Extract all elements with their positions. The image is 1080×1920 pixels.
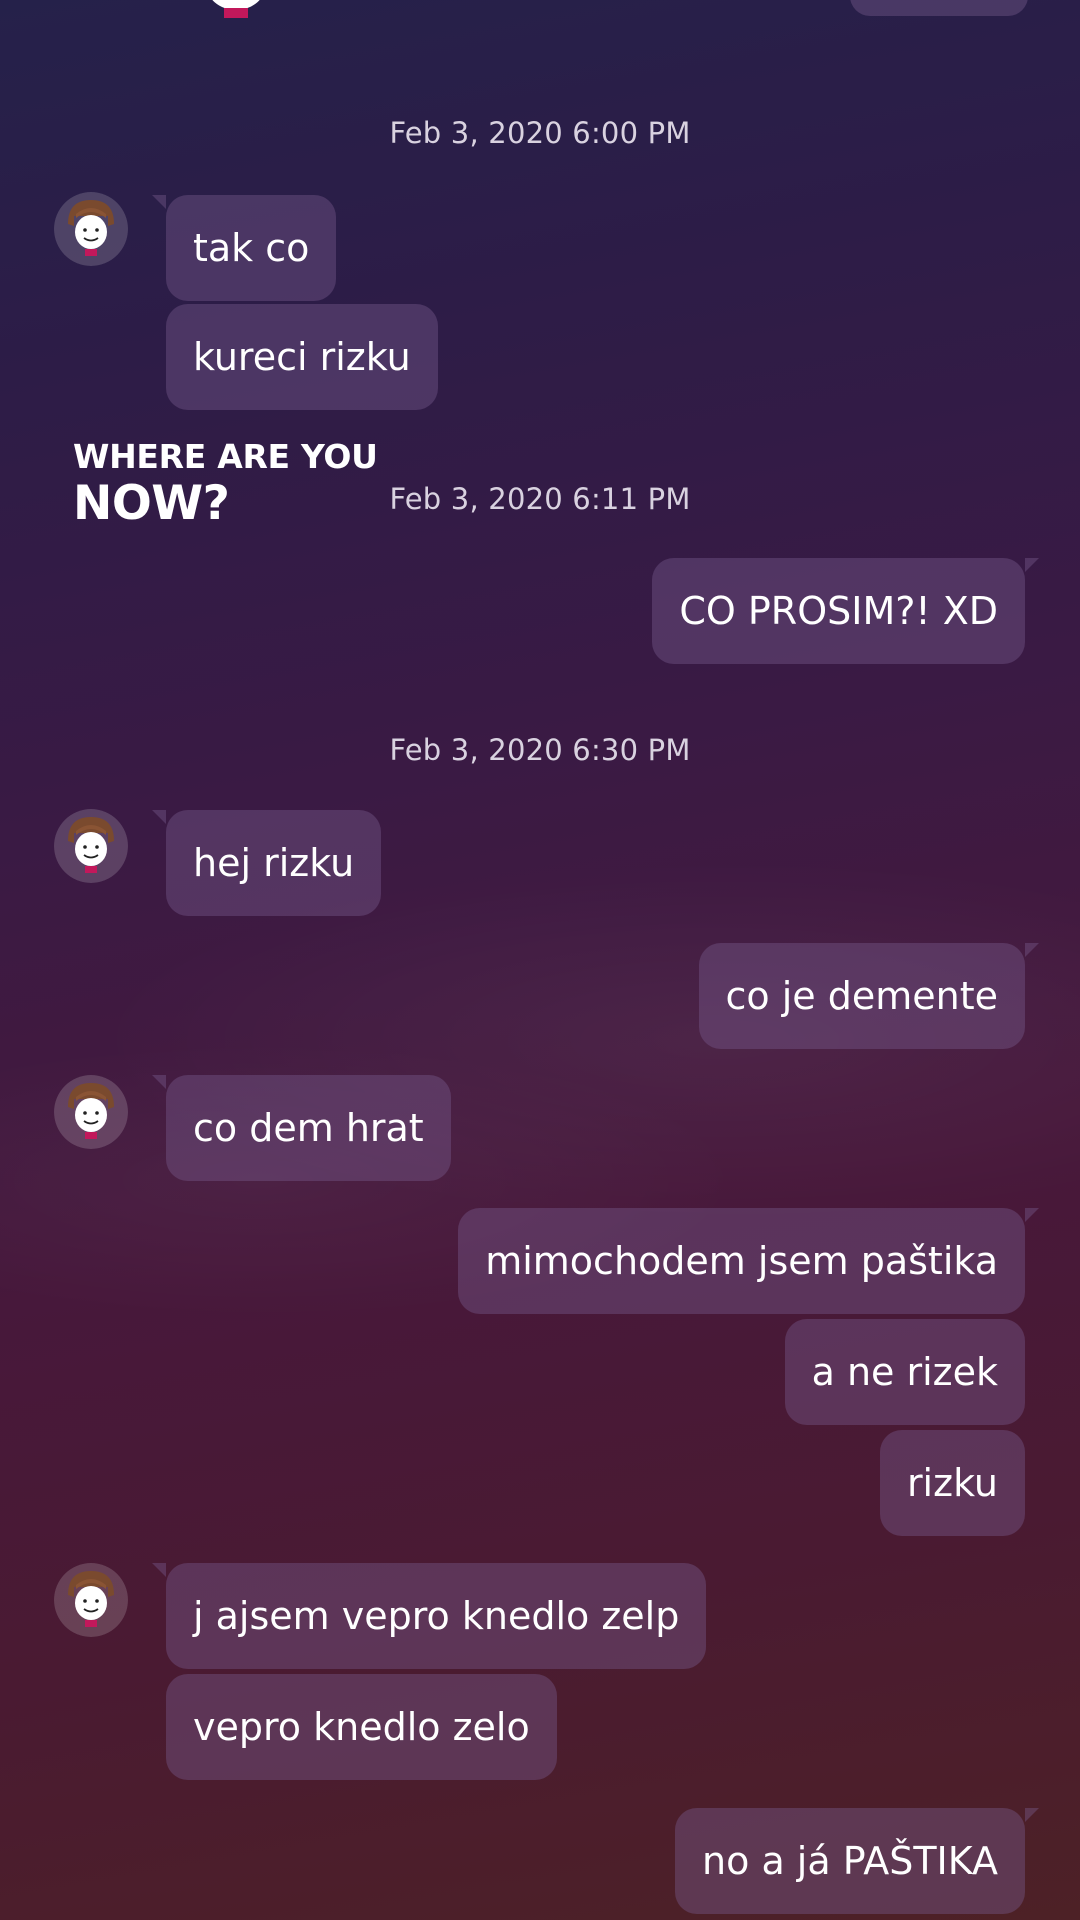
overlay-caption-line1: WHERE ARE YOU [73,437,378,476]
roblox-avatar-icon [54,1075,128,1149]
message-bubble-incoming[interactable]: hej rizku [151,810,382,916]
message-bubble-incoming[interactable]: j ajsem vepro knedlo zelp [151,1563,707,1669]
message-bubble-incoming[interactable]: vepro knedlo zelo [166,1674,557,1780]
message-bubble-outgoing[interactable]: co je demente [698,943,1039,1049]
message-bubble-incoming[interactable]: co dem hrat [152,1075,451,1181]
avatar[interactable] [54,192,128,266]
avatar[interactable] [188,0,284,26]
roblox-avatar-icon [54,192,128,266]
roblox-avatar-icon [54,1563,128,1637]
message-bubble-outgoing[interactable]: CO PROSIM?! XD [652,558,1039,664]
timestamp: Feb 3, 2020 6:30 PM [389,733,691,767]
timestamp: Feb 3, 2020 6:00 PM [389,116,691,150]
message-bubble-incoming[interactable]: tak co [151,195,337,301]
message-bubble-outgoing[interactable]: mimochodem jsem paštika [458,1208,1039,1314]
avatar[interactable] [54,809,128,883]
message-bubble-outgoing[interactable]: a ne rizek [784,1319,1025,1425]
chat-thread[interactable]: Feb 3, 2020 6:00 PM tak co kureci rizku … [0,0,1080,1920]
roblox-avatar-icon [54,809,128,883]
roblox-avatar-icon [212,0,260,18]
message-bubble-incoming[interactable]: kureci rizku [166,304,438,410]
avatar[interactable] [54,1075,128,1149]
avatar[interactable] [54,1563,128,1637]
message-bubble-outgoing[interactable] [850,0,1028,16]
message-bubble-outgoing[interactable]: rizku [879,1430,1025,1536]
timestamp: Feb 3, 2020 6:11 PM [389,482,691,516]
message-bubble-outgoing[interactable]: no a já PAŠTIKA [675,1808,1039,1914]
